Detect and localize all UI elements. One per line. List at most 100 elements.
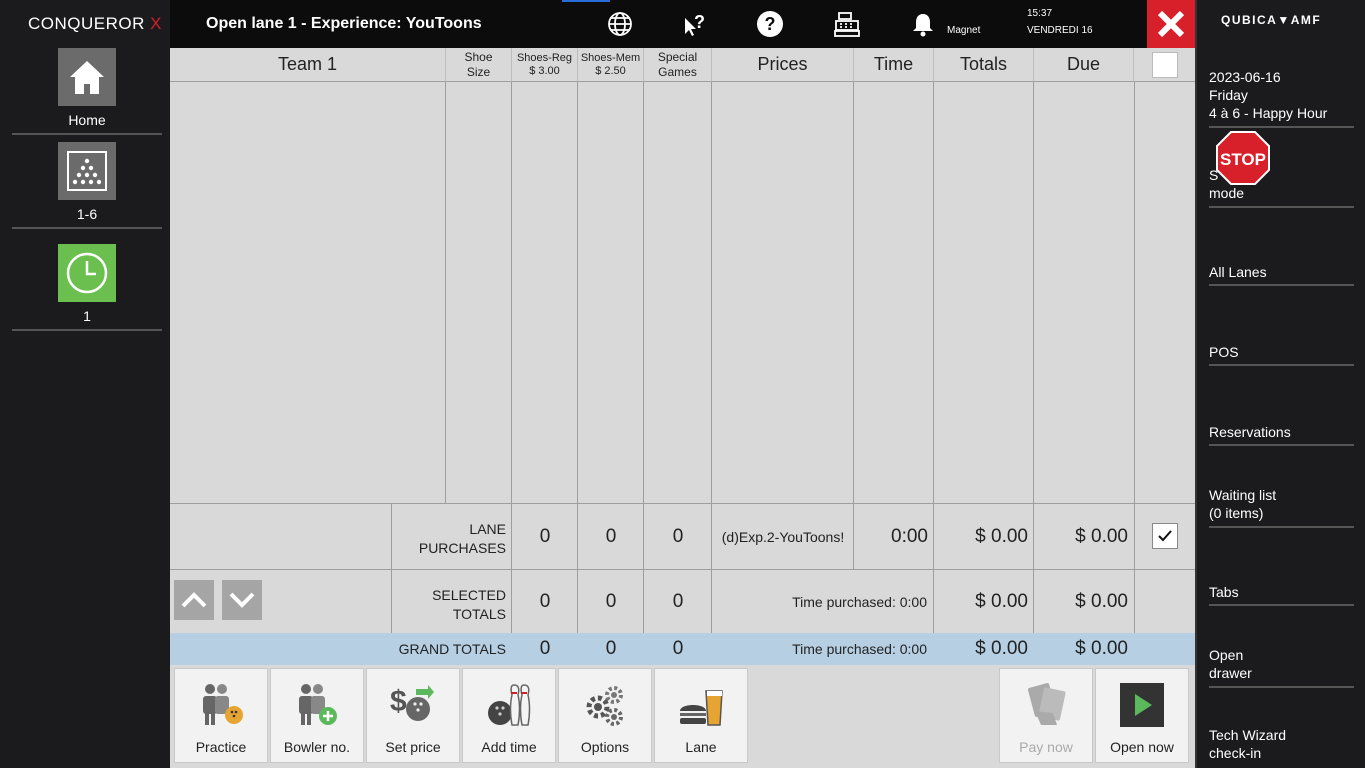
globe-icon[interactable] <box>606 10 634 38</box>
top-accent-line <box>562 0 610 2</box>
set-price-button[interactable]: $ Set price <box>366 668 460 763</box>
grand-shoes-mem: 0 <box>605 638 617 659</box>
pay-now-button[interactable]: Pay now <box>999 668 1093 763</box>
select-all-checkbox[interactable] <box>1152 52 1178 78</box>
waiting-list-label: Waiting list <box>1209 487 1277 503</box>
pay-card-icon <box>1000 669 1092 727</box>
session-period: 4 à 6 - Happy Hour <box>1209 105 1328 121</box>
lane-shoes-mem: 0 <box>605 525 617 547</box>
scroll-up-button[interactable] <box>174 580 214 620</box>
header-shoe-size: Shoe Size <box>446 48 512 82</box>
open-drawer-line1: Open <box>1209 647 1244 663</box>
sidebar-item-pins[interactable]: 1-6 <box>12 142 162 229</box>
divider <box>445 82 446 504</box>
open-now-label: Open now <box>1110 739 1174 755</box>
open-drawer-line2: drawer <box>1209 665 1252 681</box>
session-date: 2023-06-16 <box>1209 69 1281 85</box>
stop-sign-label: STOP <box>1220 150 1266 169</box>
open-now-button[interactable]: Open now <box>1095 668 1189 763</box>
header-shoes-mem: Shoes-Mem $ 2.50 <box>578 48 644 82</box>
options-button[interactable]: Options <box>558 668 652 763</box>
bottom-toolbar: Practice Bowler no. $ Set price Add time… <box>170 665 1195 768</box>
grand-totals-row: GRAND TOTALS 0 0 0 Time purchased: 0:00 … <box>170 633 1195 665</box>
header-due: Due <box>1034 48 1134 82</box>
session-day: Friday <box>1209 87 1248 103</box>
selected-shoes-mem: 0 <box>605 590 617 612</box>
bowler-number-button[interactable]: Bowler no. <box>270 668 364 763</box>
grand-shoes-reg: 0 <box>539 638 551 659</box>
sidebar-item-open-drawer[interactable]: Open drawer <box>1209 646 1354 688</box>
stop-sign-icon[interactable]: STOP <box>1215 130 1271 186</box>
tech-wizard-line1: Tech Wizard <box>1209 727 1287 743</box>
bell-icon[interactable] <box>909 10 937 38</box>
waiting-list-count: (0 items) <box>1209 505 1264 521</box>
lane-due: $ 0.00 <box>1075 525 1128 547</box>
divider <box>1134 82 1135 633</box>
top-bar: Open lane 1 - Experience: YouToons ? ? M… <box>170 0 1195 48</box>
home-icon <box>58 48 116 106</box>
grand-due: $ 0.00 <box>1075 638 1128 659</box>
set-price-label: Set price <box>385 739 441 755</box>
pay-now-label: Pay now <box>1019 739 1073 755</box>
grand-time-purchased: Time purchased: 0:00 <box>792 641 927 657</box>
lane-food-icon <box>655 669 747 727</box>
header-totals: Totals <box>934 48 1034 82</box>
page-title: Open lane 1 - Experience: YouToons <box>206 15 482 32</box>
header-time: Time <box>854 48 934 82</box>
sidebar-item-home-label: Home <box>68 112 106 128</box>
lane-button[interactable]: Lane <box>654 668 748 763</box>
qubica-amf-logo: QUBICA▼AMF <box>1221 13 1322 27</box>
help-icon[interactable]: ? <box>756 10 784 38</box>
add-time-label: Add time <box>481 739 537 755</box>
pointer-help-icon[interactable]: ? <box>680 10 708 38</box>
notification-label: Magnet <box>947 25 981 36</box>
chevron-up-icon <box>181 592 207 608</box>
session-info: 2023-06-16 Friday 4 à 6 - Happy Hour <box>1209 68 1354 128</box>
divider <box>853 82 854 570</box>
practice-label: Practice <box>195 739 247 755</box>
svg-text:?: ? <box>694 12 705 32</box>
add-time-icon <box>463 669 555 727</box>
grand-special-games: 0 <box>672 638 684 659</box>
close-button[interactable] <box>1147 0 1195 48</box>
brand-mark: X <box>150 14 162 33</box>
stop-mode-text: mode <box>1209 185 1245 201</box>
sidebar-item-all-lanes[interactable]: All Lanes <box>1209 264 1354 286</box>
grand-totals-label: GRAND TOTALS <box>398 640 506 657</box>
lane-price[interactable]: (d)Exp.2-YouToons! <box>712 504 854 569</box>
sidebar-item-pins-label: 1-6 <box>76 206 98 222</box>
selected-totals-label: SELECTED TOTALS <box>432 587 506 622</box>
header-special-games: Special Games <box>644 48 712 82</box>
sidebar-item-waiting-list[interactable]: Waiting list (0 items) <box>1209 486 1354 528</box>
cash-register-icon[interactable] <box>833 10 861 38</box>
scroll-down-button[interactable] <box>222 580 262 620</box>
svg-text:$: $ <box>390 685 407 718</box>
selected-totals-amount: $ 0.00 <box>975 590 1028 612</box>
add-time-button[interactable]: Add time <box>462 668 556 763</box>
header-shoes-reg: Shoes-Reg $ 3.00 <box>512 48 578 82</box>
checkmark-icon <box>1158 530 1172 542</box>
header-prices: Prices <box>712 48 854 82</box>
lane-purchases-checkbox[interactable] <box>1152 523 1178 549</box>
clock-time: 15:37 <box>1027 8 1053 19</box>
sidebar-item-reservations[interactable]: Reservations <box>1209 424 1354 446</box>
clock-date: VENDREDI 16 <box>1027 25 1093 36</box>
sidebar-item-lane-timer[interactable]: 1 <box>12 244 162 331</box>
header-team: Team 1 <box>170 48 446 82</box>
sidebar-item-pos[interactable]: POS <box>1209 344 1354 366</box>
grand-totals-amount: $ 0.00 <box>975 638 1028 659</box>
bowler-add-icon <box>271 669 363 727</box>
brand-logo: CONQUEROR X <box>28 14 162 34</box>
sidebar-item-tabs[interactable]: Tabs <box>1209 584 1354 606</box>
practice-button[interactable]: Practice <box>174 668 268 763</box>
right-sidebar: QUBICA▼AMF 2023-06-16 Friday 4 à 6 - Hap… <box>1195 0 1365 768</box>
sidebar-item-tech-wizard[interactable]: Tech Wizard check-in <box>1209 726 1354 766</box>
set-price-icon: $ <box>367 669 459 727</box>
svg-text:?: ? <box>765 14 776 34</box>
lane-shoes-reg: 0 <box>539 525 551 547</box>
sidebar-item-home[interactable]: Home <box>12 48 162 135</box>
options-label: Options <box>580 739 630 755</box>
lane-label: Lane <box>685 739 717 755</box>
left-sidebar: CONQUEROR X Home 1-6 1 <box>0 0 170 768</box>
lane-totals: $ 0.00 <box>975 525 1028 547</box>
